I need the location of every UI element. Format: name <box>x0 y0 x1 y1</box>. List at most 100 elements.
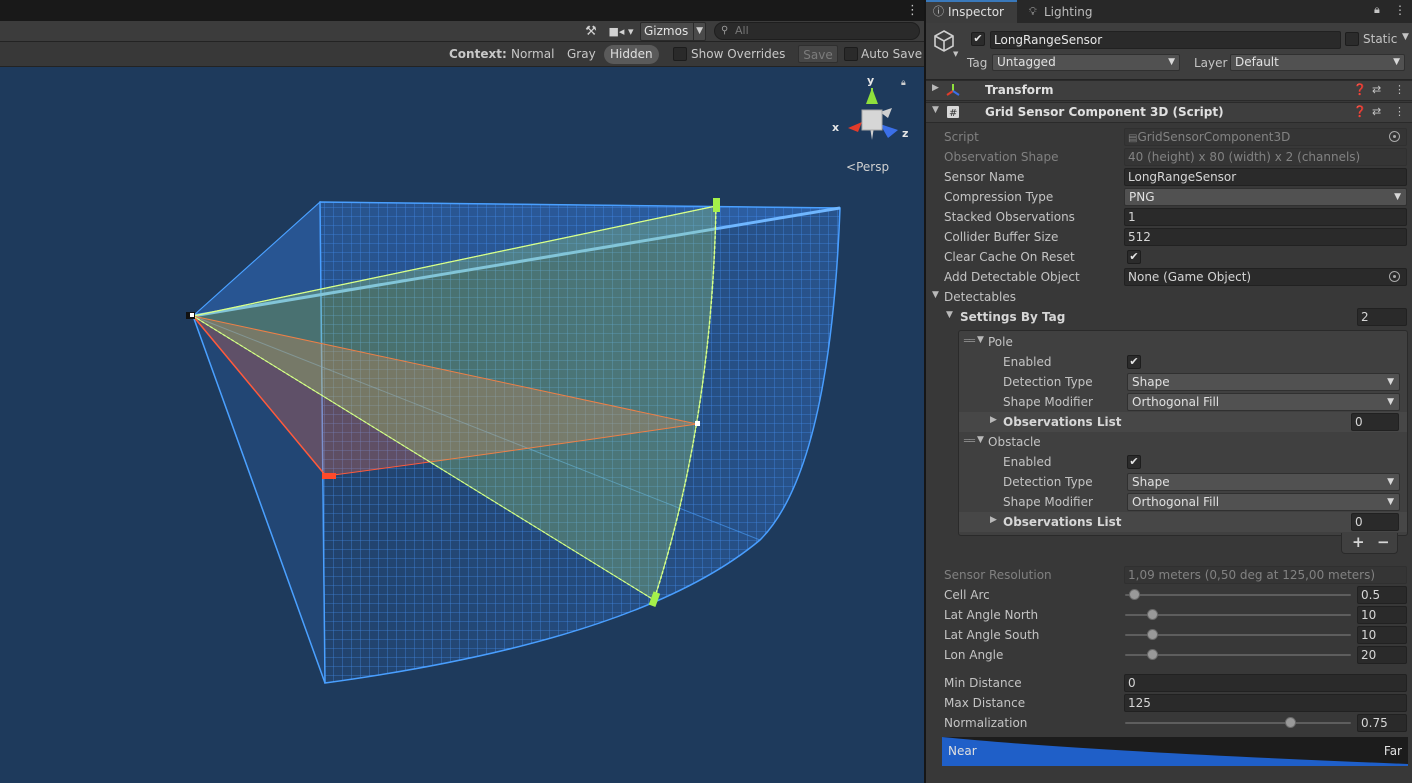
gizmos-button[interactable]: Gizmos ▼ <box>640 22 706 41</box>
transform-component-header[interactable]: ▶ Transform ❓ ⇄ ⋮ <box>926 80 1412 101</box>
observation-shape-field: 40 (height) x 80 (width) x 2 (channels) <box>1124 148 1407 166</box>
list-item[interactable]: ══ ▼ Pole <box>926 332 1412 352</box>
chevron-down-icon: ▼ <box>1387 497 1394 507</box>
lon-angle-slider-thumb[interactable] <box>1147 649 1159 660</box>
lock-icon[interactable]: 🔒︎ <box>1374 3 1380 17</box>
static-label[interactable]: Static <box>1363 32 1397 46</box>
add-element-button[interactable]: + <box>1352 533 1365 551</box>
sensor-name-field[interactable]: LongRangeSensor <box>1124 168 1407 186</box>
pole-observations-count[interactable]: 0 <box>1351 413 1399 431</box>
tab-lighting[interactable]: 💡︎ Lighting <box>1022 0 1106 23</box>
lon-angle-field[interactable]: 20 <box>1357 646 1407 664</box>
help-icon[interactable]: ❓ <box>1353 83 1367 96</box>
context-normal-option[interactable]: Normal <box>505 45 560 64</box>
lon-angle-slider-track[interactable] <box>1125 654 1351 656</box>
normalization-label: Normalization <box>944 716 1028 730</box>
tools-icon[interactable]: ⚒ <box>582 22 600 41</box>
more-options-icon[interactable]: ⋮ <box>1394 3 1406 17</box>
info-icon: ⓘ <box>933 5 944 18</box>
camera-icon[interactable]: ■◂ ▾ <box>606 22 636 41</box>
object-name-field[interactable]: LongRangeSensor <box>990 31 1341 49</box>
auto-save-checkbox[interactable] <box>844 47 858 61</box>
pole-enabled-checkbox[interactable]: ✔ <box>1127 355 1141 369</box>
scene-view[interactable]: ⋮ ⚒ ■◂ ▾ Gizmos ▼ ⚲ All Context: Normal … <box>0 0 924 783</box>
active-checkbox[interactable]: ✔ <box>971 32 985 46</box>
normalization-slider-thumb[interactable] <box>1284 717 1296 728</box>
obstacle-detection-dropdown[interactable]: Shape ▼ <box>1127 473 1400 491</box>
fold-closed-icon[interactable]: ▶ <box>990 415 997 425</box>
side-handle <box>322 473 336 479</box>
collider-buffer-field[interactable]: 512 <box>1124 228 1407 246</box>
drag-handle-icon[interactable]: ══ <box>964 336 975 347</box>
lat-north-slider-thumb[interactable] <box>1147 609 1159 620</box>
object-picker-icon[interactable] <box>1389 271 1400 282</box>
settings-by-tag-row[interactable]: ▼ Settings By Tag 2 <box>926 307 1412 327</box>
tag-pole-label: Pole <box>988 335 1013 349</box>
component-menu-icon[interactable]: ⋮ <box>1394 105 1405 118</box>
lat-south-field[interactable]: 10 <box>1357 626 1407 644</box>
lat-north-slider-track[interactable] <box>1125 614 1351 616</box>
context-hidden-option[interactable]: Hidden <box>604 45 659 64</box>
tab-inspector[interactable]: ⓘ Inspector <box>926 0 1017 23</box>
static-checkbox[interactable] <box>1345 32 1359 46</box>
obstacle-enabled-checkbox[interactable]: ✔ <box>1127 455 1141 469</box>
object-header: ▼ ✔ LongRangeSensor Static ▼ Tag Untagge… <box>926 23 1412 80</box>
lon-angle-label: Lon Angle <box>944 648 1004 662</box>
lat-south-slider-thumb[interactable] <box>1147 629 1159 640</box>
presets-icon[interactable]: ⇄ <box>1372 83 1381 96</box>
save-button[interactable]: Save <box>798 45 838 63</box>
pole-detection-dropdown[interactable]: Shape ▼ <box>1127 373 1400 391</box>
cell-arc-field[interactable]: 0.5 <box>1357 586 1407 604</box>
fold-open-icon[interactable]: ▼ <box>977 435 984 445</box>
fold-open-icon[interactable]: ▼ <box>932 105 939 115</box>
static-dropdown-icon[interactable]: ▼ <box>1402 32 1409 42</box>
pole-observations-row[interactable]: ▶ Observations List 0 <box>959 412 1407 432</box>
normalization-slider-track[interactable] <box>1125 722 1351 724</box>
obstacle-detection-value: Shape <box>1132 475 1170 489</box>
icon-dropdown-arrow[interactable]: ▼ <box>953 50 958 58</box>
lat-south-label: Lat Angle South <box>944 628 1040 642</box>
chevron-down-icon[interactable]: ▼ <box>693 23 703 40</box>
cell-arc-slider-track[interactable] <box>1125 594 1351 596</box>
script-value: GridSensorComponent3D <box>1137 130 1291 144</box>
more-options-icon[interactable]: ⋮ <box>906 4 919 17</box>
component-menu-icon[interactable]: ⋮ <box>1394 83 1405 96</box>
scene-search-input[interactable]: ⚲ All <box>714 22 920 40</box>
presets-icon[interactable]: ⇄ <box>1372 105 1381 118</box>
add-detectable-field[interactable]: None (Game Object) <box>1124 268 1407 286</box>
perspective-toggle[interactable]: <Persp <box>846 160 889 174</box>
lock-icon[interactable]: 🔒︎ <box>901 78 906 88</box>
detectables-row[interactable]: ▼ Detectables <box>926 287 1412 307</box>
settings-by-tag-count[interactable]: 2 <box>1357 308 1407 326</box>
compression-type-dropdown[interactable]: PNG ▼ <box>1124 188 1407 206</box>
max-distance-field[interactable]: 125 <box>1124 694 1407 712</box>
sensor-resolution-label: Sensor Resolution <box>944 568 1052 582</box>
normalization-field[interactable]: 0.75 <box>1357 714 1407 732</box>
stacked-observations-field[interactable]: 1 <box>1124 208 1407 226</box>
min-distance-field[interactable]: 0 <box>1124 674 1407 692</box>
clear-cache-checkbox[interactable]: ✔ <box>1127 250 1141 264</box>
fold-open-icon[interactable]: ▼ <box>977 335 984 345</box>
remove-element-button[interactable]: − <box>1377 533 1390 551</box>
fold-closed-icon[interactable]: ▶ <box>932 83 939 93</box>
lat-north-field[interactable]: 10 <box>1357 606 1407 624</box>
grid-sensor-component-header[interactable]: ▼ # Grid Sensor Component 3D (Script) ❓ … <box>926 102 1412 123</box>
help-icon[interactable]: ❓ <box>1353 105 1367 118</box>
fold-open-icon[interactable]: ▼ <box>946 310 953 320</box>
obstacle-observations-count[interactable]: 0 <box>1351 513 1399 531</box>
obstacle-modifier-dropdown[interactable]: Orthogonal Fill ▼ <box>1127 493 1400 511</box>
show-overrides-checkbox[interactable] <box>673 47 687 61</box>
cell-arc-slider-thumb[interactable] <box>1129 589 1141 600</box>
context-gray-option[interactable]: Gray <box>561 45 602 64</box>
tag-dropdown[interactable]: Untagged ▼ <box>992 54 1180 71</box>
sensor-gizmo-canvas[interactable]: y x z <box>0 67 924 783</box>
normalization-row: Normalization 0.75 <box>926 713 1412 733</box>
drag-handle-icon[interactable]: ══ <box>964 436 975 447</box>
pole-modifier-dropdown[interactable]: Orthogonal Fill ▼ <box>1127 393 1400 411</box>
lat-south-slider-track[interactable] <box>1125 634 1351 636</box>
list-item[interactable]: ══ ▼ Obstacle <box>926 432 1412 452</box>
fold-closed-icon[interactable]: ▶ <box>990 515 997 525</box>
obstacle-observations-row[interactable]: ▶ Observations List 0 <box>959 512 1407 532</box>
layer-dropdown[interactable]: Default ▼ <box>1230 54 1405 71</box>
fold-open-icon[interactable]: ▼ <box>932 290 939 300</box>
